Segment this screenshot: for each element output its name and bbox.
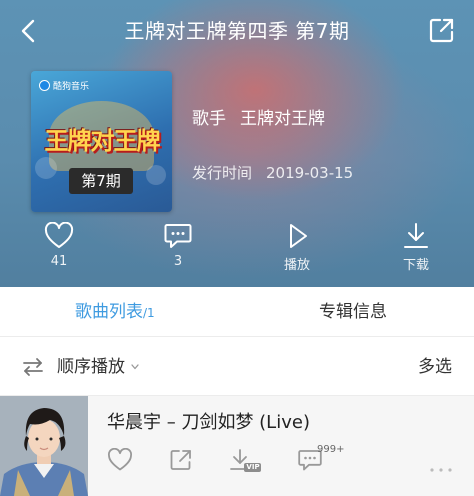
cover-decoration	[35, 157, 57, 179]
multi-select-button[interactable]: 多选	[418, 338, 452, 396]
download-button[interactable]: 下载	[386, 222, 446, 273]
download-icon	[404, 223, 428, 248]
more-dots-icon	[430, 468, 452, 472]
album-header: 王牌对王牌第四季 第7期 酷狗音乐 王牌对王牌 第7期 歌手 王牌对王牌 发行时间…	[0, 0, 474, 287]
singer-label: 歌手	[192, 109, 226, 129]
tab-album-info[interactable]: 专辑信息	[319, 287, 387, 337]
action-bar: 41 3 播放 下载	[0, 222, 474, 282]
comment-button[interactable]: 3	[148, 222, 208, 269]
release-date: 2019-03-15	[266, 164, 354, 182]
sequential-play-icon[interactable]	[22, 357, 44, 377]
play-icon	[290, 224, 307, 248]
song-title[interactable]: 华晨宇 – 刀剑如梦 (Live)	[107, 408, 310, 434]
song-download-button[interactable]: VIP	[229, 448, 263, 480]
back-chevron-icon	[21, 19, 35, 43]
kugou-logo-icon	[39, 80, 50, 91]
chevron-down-icon[interactable]	[131, 364, 139, 370]
song-list-item[interactable]: 华晨宇 – 刀剑如梦 (Live) VIP 999+	[0, 396, 474, 496]
release-line: 发行时间 2019-03-15	[192, 162, 367, 183]
share-out-icon	[429, 18, 454, 43]
back-button[interactable]	[16, 16, 42, 46]
play-order-mode[interactable]: 顺序播放	[57, 338, 125, 396]
artist-photo	[0, 396, 88, 496]
song-thumbnail	[0, 396, 88, 496]
page-title: 王牌对王牌第四季 第7期	[124, 19, 350, 43]
download-label: 下载	[402, 258, 429, 273]
song-like-button[interactable]	[107, 447, 133, 476]
share-out-icon	[170, 450, 191, 470]
heart-icon	[108, 447, 132, 471]
like-button[interactable]: 41	[29, 222, 89, 269]
release-label: 发行时间	[192, 164, 253, 182]
song-actions: VIP 999+	[107, 444, 467, 480]
tab-song-list[interactable]: 歌曲列表/1	[75, 287, 155, 337]
share-button[interactable]	[428, 16, 456, 44]
comment-count-badge: 999+	[317, 444, 345, 455]
comment-icon	[164, 224, 192, 248]
tab-bar: 歌曲列表/1 专辑信息	[0, 287, 474, 337]
tab-song-count: /1	[143, 306, 155, 320]
cover-decoration	[146, 165, 166, 185]
heart-icon	[44, 222, 74, 248]
comment-count: 3	[173, 254, 183, 269]
play-order-row: 顺序播放 多选	[0, 338, 474, 396]
singer-name[interactable]: 王牌对王牌	[240, 109, 325, 129]
singer-line[interactable]: 歌手 王牌对王牌	[192, 104, 339, 129]
album-cover[interactable]: 酷狗音乐 王牌对王牌 第7期	[31, 71, 172, 212]
cover-episode: 第7期	[69, 168, 133, 194]
song-more-button[interactable]	[429, 458, 453, 477]
cover-show-title: 王牌对王牌	[44, 127, 161, 155]
like-count: 41	[50, 254, 68, 269]
play-button[interactable]: 播放	[267, 222, 327, 273]
cover-brand-text: 酷狗音乐	[53, 82, 90, 92]
cover-brand: 酷狗音乐	[39, 79, 89, 92]
song-share-button[interactable]	[169, 448, 193, 476]
tab-song-list-label: 歌曲列表	[75, 302, 143, 322]
vip-badge: VIP	[246, 463, 260, 471]
play-label: 播放	[283, 258, 310, 273]
